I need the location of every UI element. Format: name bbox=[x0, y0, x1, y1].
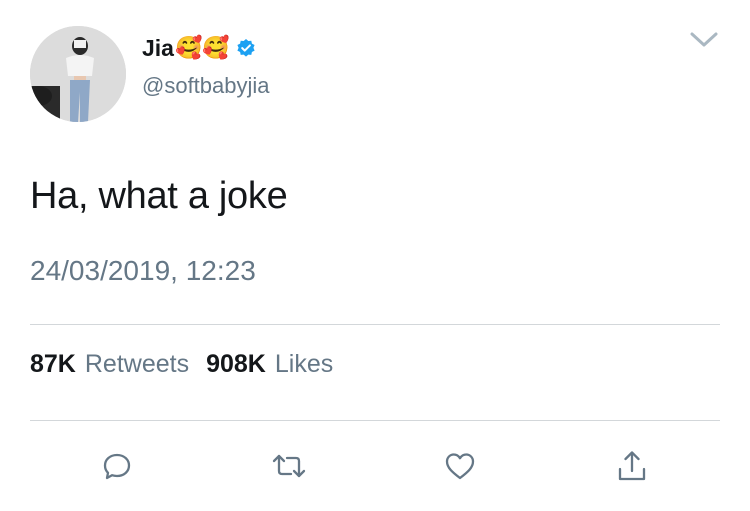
share-icon bbox=[616, 449, 648, 483]
share-button[interactable] bbox=[612, 446, 652, 486]
user-handle[interactable]: @softbabyjia bbox=[142, 73, 270, 99]
likes-count[interactable]: 908K bbox=[206, 350, 266, 379]
retweets-count[interactable]: 87K bbox=[30, 350, 76, 379]
heart-icon bbox=[444, 451, 476, 481]
action-bar bbox=[0, 446, 750, 486]
divider-bottom bbox=[30, 420, 720, 421]
display-name[interactable]: Jia bbox=[142, 36, 174, 60]
name-row: Jia 🥰🥰 bbox=[142, 32, 256, 64]
reply-button[interactable] bbox=[97, 446, 137, 486]
retweet-icon bbox=[271, 450, 307, 482]
verified-badge-icon bbox=[236, 38, 256, 58]
retweets-label[interactable]: Retweets bbox=[85, 350, 189, 379]
tweet-card: Jia 🥰🥰 @softbabyjia Ha, what a joke 24/0… bbox=[0, 0, 750, 511]
like-button[interactable] bbox=[440, 446, 480, 486]
chevron-down-icon[interactable] bbox=[688, 28, 720, 52]
tweet-timestamp[interactable]: 24/03/2019, 12:23 bbox=[30, 255, 256, 287]
reply-icon bbox=[101, 450, 133, 482]
likes-label[interactable]: Likes bbox=[275, 350, 333, 379]
tweet-stats: 87K Retweets 908K Likes bbox=[30, 350, 350, 379]
tweet-text: Ha, what a joke bbox=[30, 175, 288, 217]
avatar[interactable] bbox=[30, 26, 126, 122]
divider-top bbox=[30, 324, 720, 325]
retweet-button[interactable] bbox=[269, 446, 309, 486]
name-emoji: 🥰🥰 bbox=[174, 35, 230, 60]
